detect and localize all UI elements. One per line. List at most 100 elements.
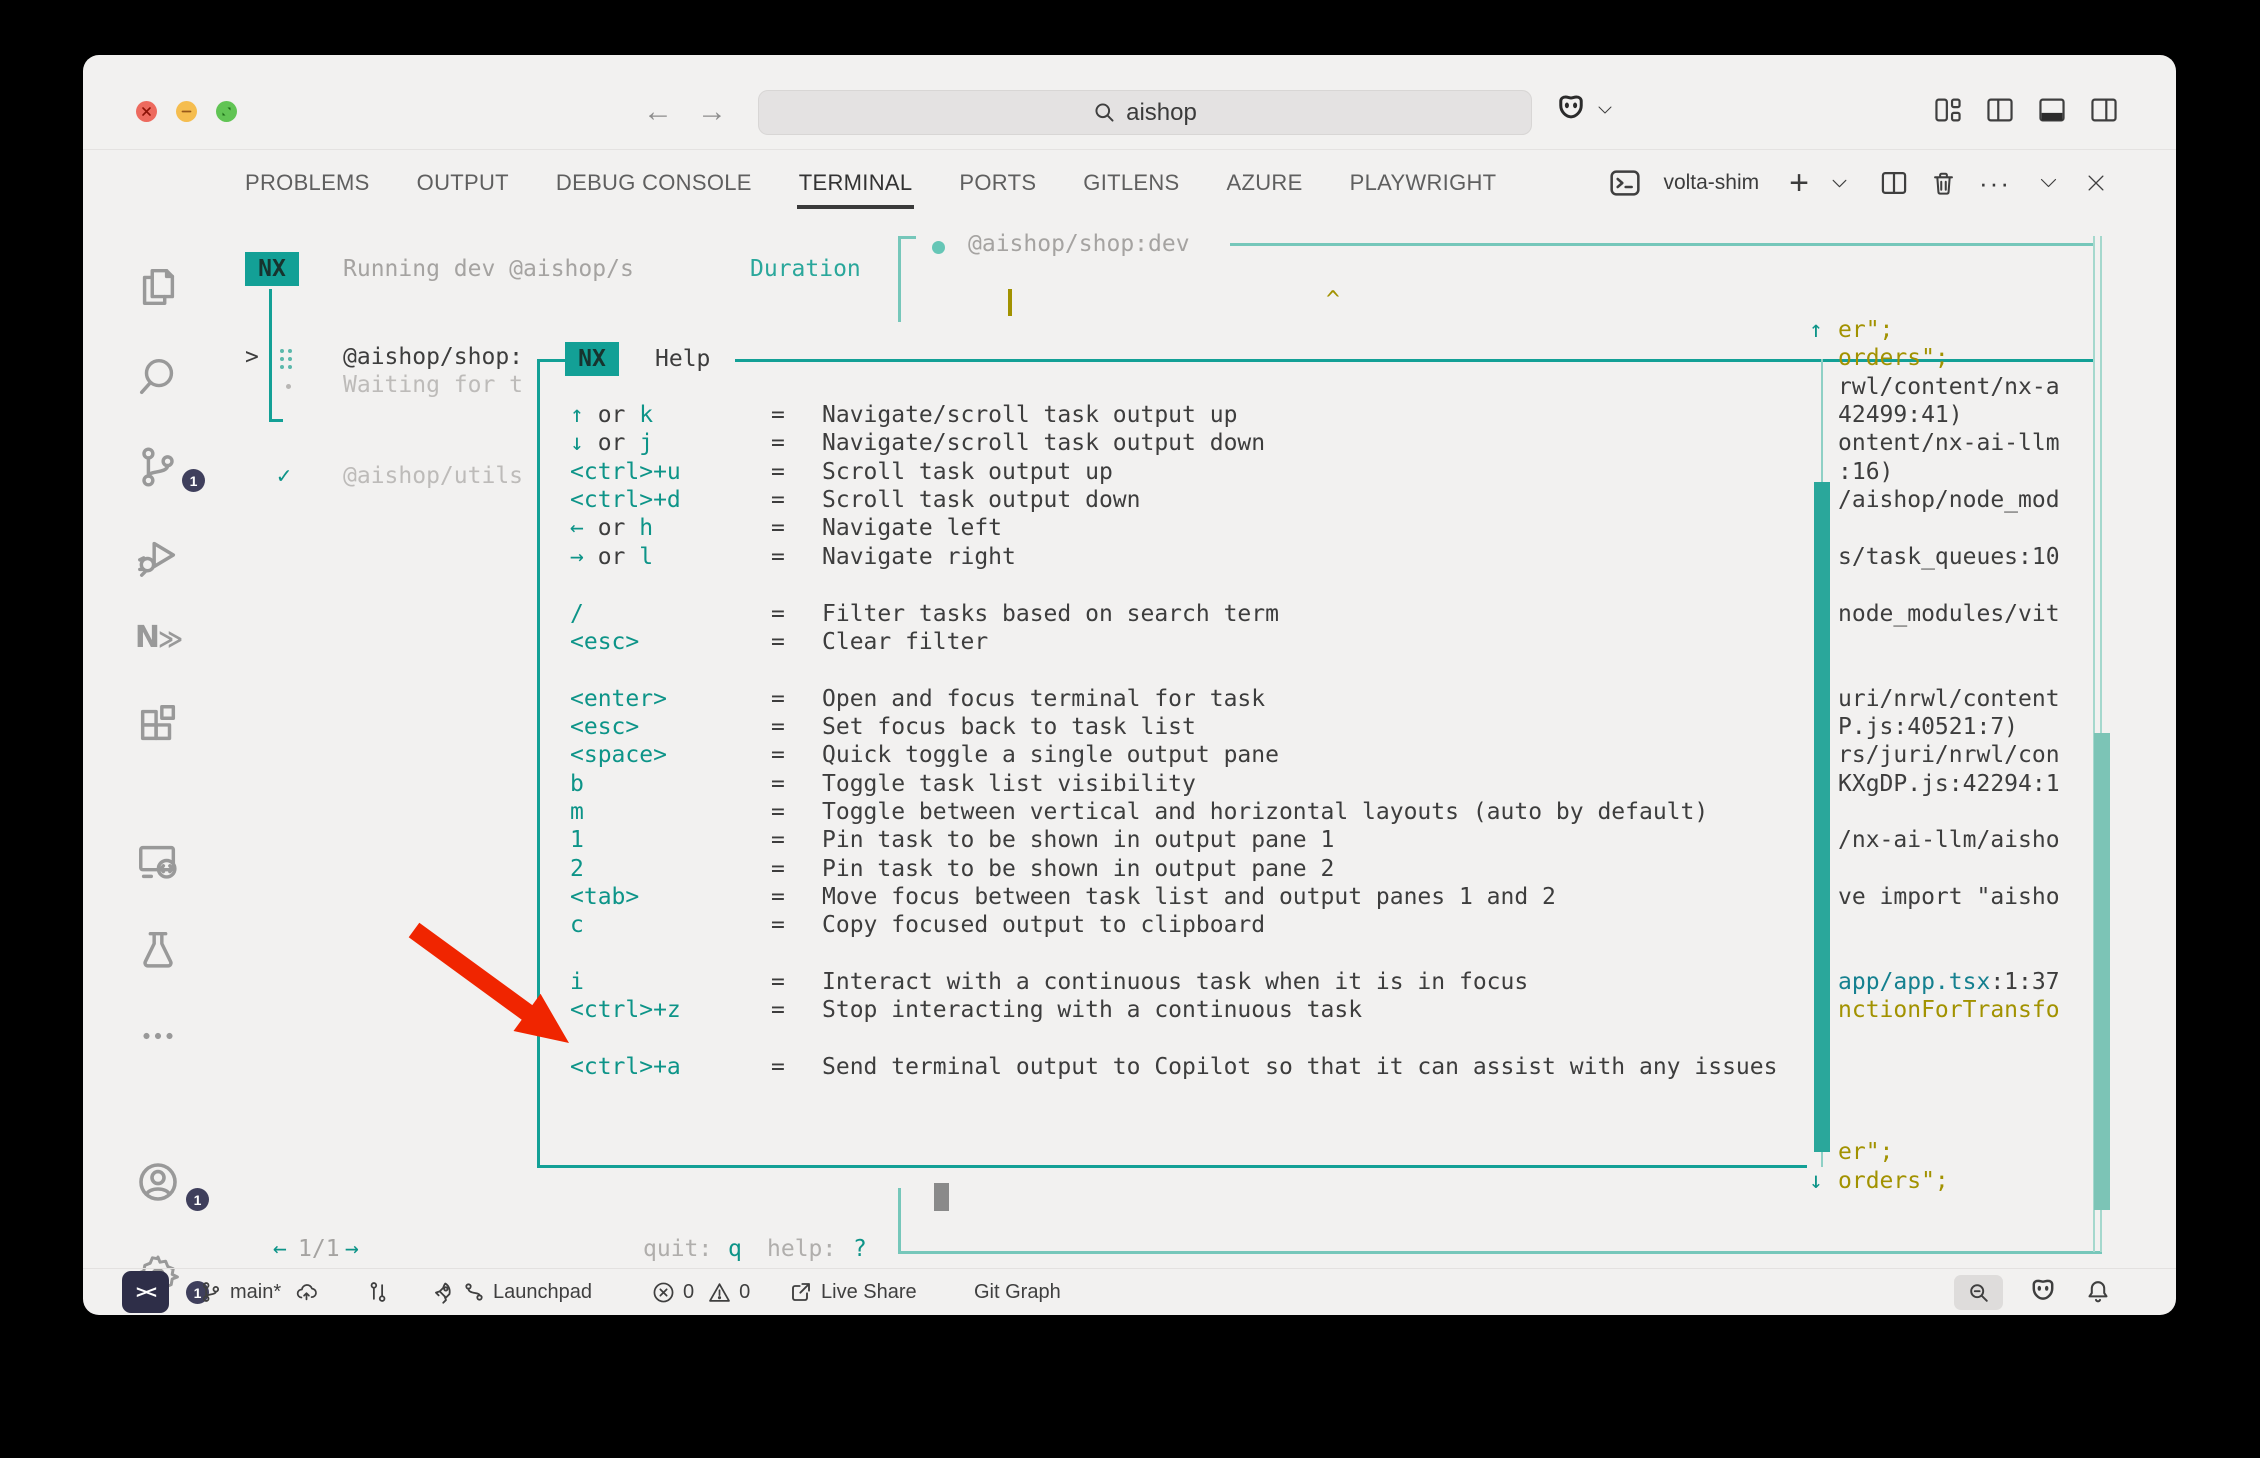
output-line-fragment: /nx-ai-llm/aisho xyxy=(83,826,2176,855)
help-row: ← or h = Navigate left xyxy=(83,514,2176,543)
equals-sign: = xyxy=(771,628,785,657)
output-line-fragment: app/app.tsx:1:37 xyxy=(83,968,2176,997)
quit-key: q xyxy=(728,1235,742,1264)
output-line-fragment: P.js:40521:7) xyxy=(83,713,2176,742)
shortcut-key: c xyxy=(570,911,584,940)
fragment-text: er"; xyxy=(1838,1138,1893,1167)
output-line-fragment: ↑ er"; xyxy=(83,316,2176,345)
scroll-down-arrow-icon[interactable]: ↓ xyxy=(1809,1167,1823,1196)
output-line-fragment: orders"; xyxy=(83,344,2176,373)
git-graph-label: Git Graph xyxy=(974,1281,1061,1304)
zoom-status-button[interactable] xyxy=(1954,1275,2003,1310)
notifications-bell-button[interactable] xyxy=(2085,1269,2111,1315)
output-line-fragment: s/task_queues:10 xyxy=(83,543,2176,572)
desktop-background: { "colors": { "accent_teal": "#13a096", … xyxy=(0,0,2260,1458)
fragment-text: node_modules/vit xyxy=(1838,600,2060,629)
fragment-text: er"; xyxy=(1838,316,1893,345)
git-graph-button[interactable]: Git Graph xyxy=(974,1269,1061,1315)
live-share-icon xyxy=(789,1280,813,1304)
help-row: <esc> = Clear filter xyxy=(83,628,2176,657)
fragment-text: orders"; xyxy=(1838,1167,1949,1196)
pager-left-arrow[interactable]: ← xyxy=(273,1235,287,1264)
output-caret: ^ xyxy=(1326,286,1340,315)
fragment-text: app/app.tsx:1:37 xyxy=(1838,968,2060,997)
output-line-fragment: er"; xyxy=(83,1138,2176,1167)
fragment-text: 42499:41) xyxy=(1838,401,1963,430)
output-line-fragment: uri/nrwl/content xyxy=(83,685,2176,714)
fragment-text: /aishop/node_mod xyxy=(1838,486,2060,515)
equals-sign: = xyxy=(771,855,785,884)
compare-changes-icon xyxy=(367,1281,389,1303)
vscode-window: ← → aishop PROBLEMSOUTPUTDEBUG CONSOLETE… xyxy=(83,55,2176,1315)
fragment-text: KXgDP.js:42294:1 xyxy=(1838,770,2060,799)
copilot-status-icon xyxy=(2027,1279,2059,1306)
git-branch-icon xyxy=(200,1281,222,1303)
output-line-fragment: ve import "aisho xyxy=(83,883,2176,912)
fragment-text: ve import "aisho xyxy=(1838,883,2060,912)
output-line-fragment: ontent/nx-ai-llm xyxy=(83,429,2176,458)
quit-label: quit: xyxy=(643,1235,712,1264)
output-line-fragment: nctionForTransfo xyxy=(83,996,2176,1025)
scroll-up-arrow-icon[interactable]: ↑ xyxy=(1809,316,1823,345)
shortcut-description: Pin task to be shown in output pane 2 xyxy=(822,855,1334,884)
fragment-text: rwl/content/nx-a xyxy=(1838,373,2060,402)
shortcut-description: Copy focused output to clipboard xyxy=(822,911,1265,940)
equals-sign: = xyxy=(771,514,785,543)
warning-count: 0 xyxy=(739,1281,750,1304)
shortcut-key: ← or h xyxy=(570,514,653,543)
fragment-text: uri/nrwl/content xyxy=(1838,685,2060,714)
fragment-text: orders"; xyxy=(1838,344,1949,373)
tui-footer: ← 1/1 → quit: q help: ? xyxy=(83,1235,2176,1264)
output-line-fragment: node_modules/vit xyxy=(83,600,2176,629)
task-runner-title: Running dev @aishop/s xyxy=(343,255,634,284)
fragment-text: :16) xyxy=(1838,458,1893,487)
help-row: c = Copy focused output to clipboard xyxy=(83,911,2176,940)
error-count: 0 xyxy=(683,1281,694,1304)
remote-indicator-button[interactable]: >< xyxy=(122,1271,169,1313)
shortcut-description: Send terminal output to Copilot so that … xyxy=(822,1053,1777,1082)
shortcut-key: <ctrl>+a xyxy=(570,1053,681,1082)
errors-icon xyxy=(652,1281,675,1304)
output-pane-title: @aishop/shop:dev xyxy=(968,230,1190,259)
launchpad-label: Launchpad xyxy=(493,1281,592,1304)
shortcut-key: <esc> xyxy=(570,628,639,657)
equals-sign: = xyxy=(771,1053,785,1082)
help-label: help: xyxy=(767,1235,836,1264)
output-line-fragment: /aishop/node_mod xyxy=(83,486,2176,515)
output-pane-header-line xyxy=(1230,243,2093,246)
fragment-text: rs/juri/nrwl/con xyxy=(1838,741,2060,770)
fragment-text: s/task_queues:10 xyxy=(1838,543,2060,572)
compare-changes-button[interactable] xyxy=(367,1269,389,1315)
pager-right-arrow[interactable]: → xyxy=(345,1235,359,1264)
duration-column-label: Duration xyxy=(750,255,861,284)
branch-name: main* xyxy=(230,1281,281,1304)
launchpad-button[interactable]: Launchpad xyxy=(431,1269,592,1315)
output-line-fragment: ↓ orders"; xyxy=(83,1167,2176,1196)
output-line-fragment: rwl/content/nx-a xyxy=(83,373,2176,402)
magnifier-icon xyxy=(1967,1281,1991,1305)
shortcut-description: Toggle between vertical and horizontal l… xyxy=(822,798,1708,827)
fragment-text: /nx-ai-llm/aisho xyxy=(1838,826,2060,855)
git-branch-button[interactable]: main* xyxy=(200,1269,318,1315)
live-share-button[interactable]: Live Share xyxy=(789,1269,917,1315)
shortcut-description: Navigate left xyxy=(822,514,1002,543)
shortcut-key: m xyxy=(570,798,584,827)
help-row: 2 = Pin task to be shown in output pane 2 xyxy=(83,855,2176,884)
fragment-text: P.js:40521:7) xyxy=(1838,713,2018,742)
rocket-icon xyxy=(431,1279,457,1305)
problems-button[interactable]: 0 0 xyxy=(652,1269,750,1315)
pager-position: 1/1 xyxy=(298,1235,340,1264)
output-line-fragment: rs/juri/nrwl/con xyxy=(83,741,2176,770)
remote-icon: >< xyxy=(136,1281,155,1303)
output-line-fragment: 42499:41) xyxy=(83,401,2176,430)
shortcut-key: 2 xyxy=(570,855,584,884)
equals-sign: = xyxy=(771,911,785,940)
shortcut-description: Clear filter xyxy=(822,628,988,657)
output-line-fragment: KXgDP.js:42294:1 xyxy=(83,770,2176,799)
output-line-fragment: :16) xyxy=(83,458,2176,487)
help-row: <ctrl>+a = Send terminal output to Copilot… xyxy=(83,1053,2176,1082)
launchpad-branch-icon xyxy=(463,1281,485,1303)
copilot-status-button[interactable] xyxy=(2027,1269,2059,1315)
bell-icon xyxy=(2085,1279,2111,1305)
help-row: m=Toggle between vertical and horizontal… xyxy=(83,798,2176,827)
